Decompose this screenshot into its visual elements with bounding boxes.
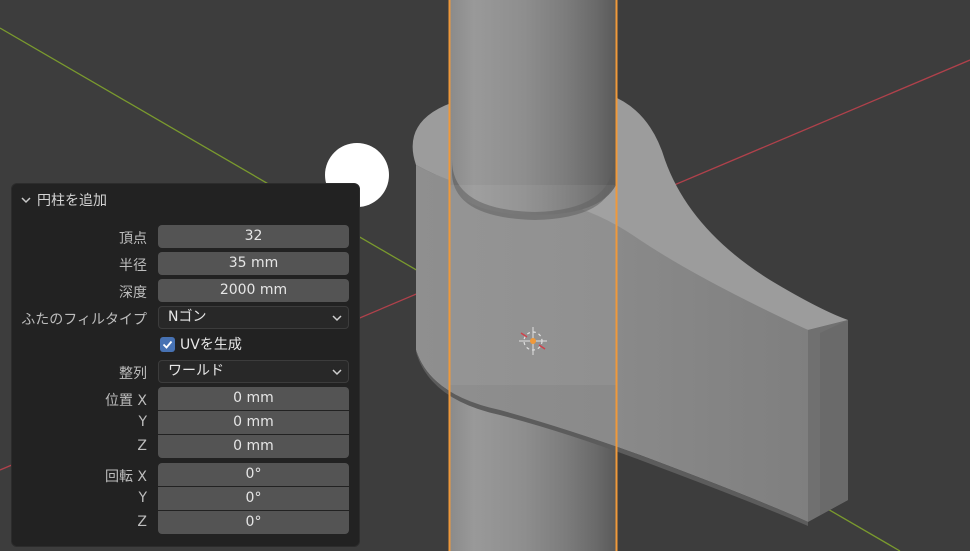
radius-row: 半径 35 mm: [12, 252, 359, 275]
cylinder-upper: [449, 0, 616, 215]
add-cylinder-panel: 円柱を追加 頂点 32 半径 35 mm 深度 2000 mm ふたのフィルタイ…: [11, 183, 360, 547]
panel-header[interactable]: 円柱を追加: [20, 190, 107, 210]
align-row: 整列 ワールド: [12, 360, 359, 383]
depth-field[interactable]: 2000 mm: [158, 279, 349, 302]
chevron-down-icon: [332, 315, 342, 322]
chevron-down-icon: [332, 369, 342, 376]
rotation-z-row: Z 0°: [12, 511, 359, 534]
checkmark-icon: [162, 340, 173, 349]
rotation-x-row: 回転 X 0°: [12, 463, 359, 486]
location-z-label: Z: [137, 438, 147, 454]
location-x-row: 位置 X 0 mm: [12, 387, 359, 410]
rotation-x-field[interactable]: 0°: [158, 463, 349, 486]
checkbox-box[interactable]: [160, 336, 175, 352]
rotation-y-field[interactable]: 0°: [158, 487, 349, 510]
location-z-field[interactable]: 0 mm: [158, 435, 349, 458]
cap-fill-value: Nゴン: [168, 309, 207, 325]
align-select[interactable]: ワールド: [158, 360, 349, 383]
generate-uv-label: UVを生成: [180, 337, 242, 353]
rotation-z-label: Z: [137, 514, 147, 530]
location-y-field[interactable]: 0 mm: [158, 411, 349, 434]
align-label: 整列: [119, 366, 147, 382]
rotation-y-row: Y 0°: [12, 487, 359, 510]
align-value: ワールド: [168, 363, 224, 379]
location-label: 位置 X: [104, 393, 147, 409]
cap-fill-label: ふたのフィルタイプ: [21, 312, 147, 328]
vertices-field[interactable]: 32: [158, 225, 349, 248]
location-y-label: Y: [138, 414, 147, 430]
cap-fill-select[interactable]: Nゴン: [158, 306, 349, 329]
vertices-row: 頂点 32: [12, 225, 359, 248]
cap-fill-row: ふたのフィルタイプ Nゴン: [12, 306, 359, 329]
chevron-down-icon: [21, 197, 31, 204]
radius-label: 半径: [119, 258, 147, 274]
location-y-row: Y 0 mm: [12, 411, 359, 434]
location-x-field[interactable]: 0 mm: [158, 387, 349, 410]
location-z-row: Z 0 mm: [12, 435, 359, 458]
radius-field[interactable]: 35 mm: [158, 252, 349, 275]
rotation-y-label: Y: [138, 490, 147, 506]
vertices-label: 頂点: [119, 231, 147, 247]
panel-title: 円柱を追加: [37, 193, 107, 209]
generate-uv-checkbox[interactable]: UVを生成: [160, 334, 242, 354]
depth-row: 深度 2000 mm: [12, 279, 359, 302]
depth-label: 深度: [119, 285, 147, 301]
rotation-z-field[interactable]: 0°: [158, 511, 349, 534]
rotation-label: 回転 X: [104, 469, 147, 485]
